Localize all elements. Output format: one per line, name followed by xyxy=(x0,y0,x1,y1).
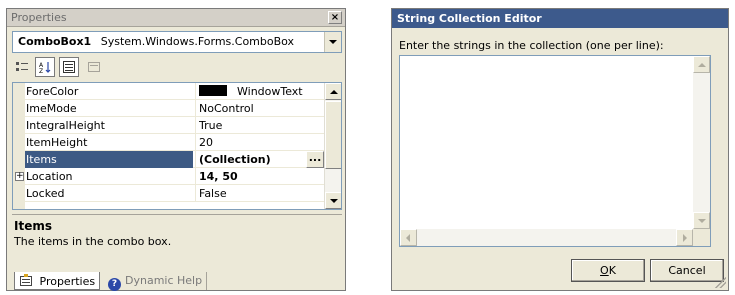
property-name: ForeColor xyxy=(26,85,79,98)
chevron-up-icon xyxy=(330,90,338,94)
property-pages-button[interactable] xyxy=(84,57,104,77)
ok-accelerator: O xyxy=(600,264,609,277)
description-pane: Items The items in the combo box. xyxy=(12,214,342,269)
scroll-down-button[interactable] xyxy=(325,192,341,209)
properties-tabs: Properties ? Dynamic Help xyxy=(12,272,342,292)
help-icon: ? xyxy=(108,278,121,291)
property-name: Items xyxy=(25,151,193,168)
scroll-up-button[interactable] xyxy=(693,56,710,73)
properties-icon xyxy=(20,274,32,286)
column-separator xyxy=(195,151,196,168)
property-value: 20 xyxy=(199,136,213,149)
property-row-locked[interactable]: Locked False xyxy=(13,185,325,202)
ellipsis-icon: ... xyxy=(308,151,322,164)
scroll-down-button[interactable] xyxy=(693,212,710,229)
property-value-text: WindowText xyxy=(237,85,303,98)
property-value: NoControl xyxy=(199,102,254,115)
property-name: Location xyxy=(26,170,73,183)
object-type: System.Windows.Forms.ComboBox xyxy=(100,35,295,48)
svg-text:Z: Z xyxy=(39,68,43,73)
property-name: ImeMode xyxy=(26,102,77,115)
categorized-icon xyxy=(16,62,28,71)
scrollbar-corner xyxy=(693,229,710,246)
expand-icon[interactable]: + xyxy=(15,172,24,181)
cancel-label: Cancel xyxy=(668,264,706,277)
cancel-button[interactable]: Cancel xyxy=(650,259,724,282)
strings-textarea[interactable] xyxy=(399,55,711,247)
property-name: IntegralHeight xyxy=(26,119,105,132)
properties-titlebar: Properties × xyxy=(7,9,345,27)
property-value: True xyxy=(199,119,223,132)
column-separator xyxy=(195,185,196,202)
editor-titlebar: String Collection Editor xyxy=(392,9,728,28)
scroll-left-button[interactable] xyxy=(400,229,417,246)
collection-editor-button[interactable]: ... xyxy=(306,151,324,168)
ok-button[interactable]: OK xyxy=(571,259,645,282)
property-pages-icon xyxy=(88,62,100,72)
chevron-down-icon xyxy=(698,219,706,223)
tab-label: Dynamic Help xyxy=(125,274,203,287)
scroll-up-button[interactable] xyxy=(325,83,341,100)
property-row-imemode[interactable]: ImeMode NoControl xyxy=(13,100,325,117)
chevron-up-icon xyxy=(698,63,706,67)
scroll-right-button[interactable] xyxy=(676,229,693,246)
property-value: (Collection) xyxy=(199,153,271,166)
chevron-right-icon xyxy=(683,234,687,242)
textarea-vertical-scrollbar[interactable] xyxy=(693,56,710,229)
description-text: The items in the combo box. xyxy=(14,235,172,248)
property-value: 14, 50 xyxy=(199,170,238,183)
property-name: ItemHeight xyxy=(26,136,88,149)
expand-glyph: + xyxy=(16,171,24,181)
textarea-horizontal-scrollbar[interactable] xyxy=(400,229,693,246)
color-swatch xyxy=(199,85,227,96)
alphabetical-button[interactable]: A Z xyxy=(35,57,55,77)
resize-grip-icon[interactable] xyxy=(715,277,726,288)
chevron-down-icon xyxy=(330,199,338,203)
property-row-itemheight[interactable]: ItemHeight 20 xyxy=(13,134,325,151)
properties-title: Properties xyxy=(11,11,67,24)
column-separator xyxy=(195,100,196,117)
property-row-location[interactable]: + Location 14, 50 xyxy=(13,168,325,185)
property-grid: ForeColor WindowText ImeMode NoControl I… xyxy=(12,82,342,210)
tab-dynamic-help[interactable]: ? Dynamic Help xyxy=(104,272,208,291)
property-name: Locked xyxy=(26,187,65,200)
editor-title: String Collection Editor xyxy=(397,12,542,25)
property-row-forecolor[interactable]: ForeColor WindowText xyxy=(13,83,325,100)
property-row-items[interactable]: Items (Collection) ... xyxy=(13,151,325,168)
properties-toolbar: A Z xyxy=(12,57,342,79)
scroll-thumb[interactable] xyxy=(325,101,341,169)
alphabetical-icon: A Z xyxy=(39,62,51,73)
description-title: Items xyxy=(14,219,52,233)
property-row-integralheight[interactable]: IntegralHeight True xyxy=(13,117,325,134)
ok-label: K xyxy=(608,264,616,277)
editor-prompt: Enter the strings in the collection (one… xyxy=(399,39,664,52)
properties-window: Properties × ComboBox1 System.Windows.Fo… xyxy=(6,8,346,291)
object-selector[interactable]: ComboBox1 System.Windows.Forms.ComboBox xyxy=(12,31,342,53)
tab-label: Properties xyxy=(39,275,96,288)
property-value: False xyxy=(199,187,227,200)
close-icon: × xyxy=(330,12,340,23)
object-selector-dropdown-button[interactable] xyxy=(324,32,341,52)
object-name: ComboBox1 xyxy=(18,35,92,48)
tab-properties[interactable]: Properties xyxy=(14,272,101,290)
properties-view-button[interactable] xyxy=(59,57,79,77)
column-separator xyxy=(195,83,196,100)
string-collection-editor-dialog: String Collection Editor Enter the strin… xyxy=(391,8,729,291)
column-separator xyxy=(195,134,196,151)
close-button[interactable]: × xyxy=(328,11,342,24)
property-value: WindowText xyxy=(199,85,323,98)
grid-vertical-scrollbar[interactable] xyxy=(324,83,341,209)
property-row-partial xyxy=(13,202,325,209)
properties-icon xyxy=(63,61,75,73)
categorized-button[interactable] xyxy=(12,57,32,77)
column-separator xyxy=(195,117,196,134)
chevron-left-icon xyxy=(406,234,410,242)
chevron-down-icon xyxy=(329,40,337,44)
column-separator xyxy=(195,168,196,185)
